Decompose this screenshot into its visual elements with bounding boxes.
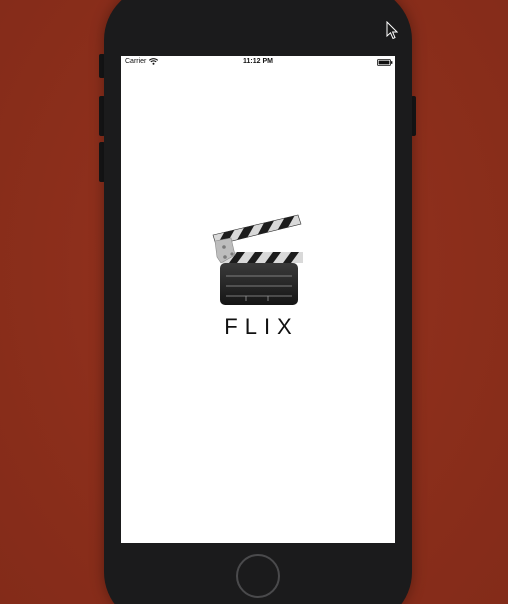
app-screen[interactable]: Carrier 11:12 PM FLIX xyxy=(121,56,395,543)
mouse-pointer-icon xyxy=(386,20,399,40)
status-time: 11:12 PM xyxy=(243,58,273,65)
app-title: FLIX xyxy=(224,314,299,339)
clapperboard-icon xyxy=(211,211,307,311)
status-bar: Carrier 11:12 PM xyxy=(121,56,395,70)
home-button[interactable] xyxy=(236,554,280,598)
battery-icon xyxy=(377,59,393,66)
desktop-background: Carrier 11:12 PM FLIX xyxy=(0,0,508,604)
